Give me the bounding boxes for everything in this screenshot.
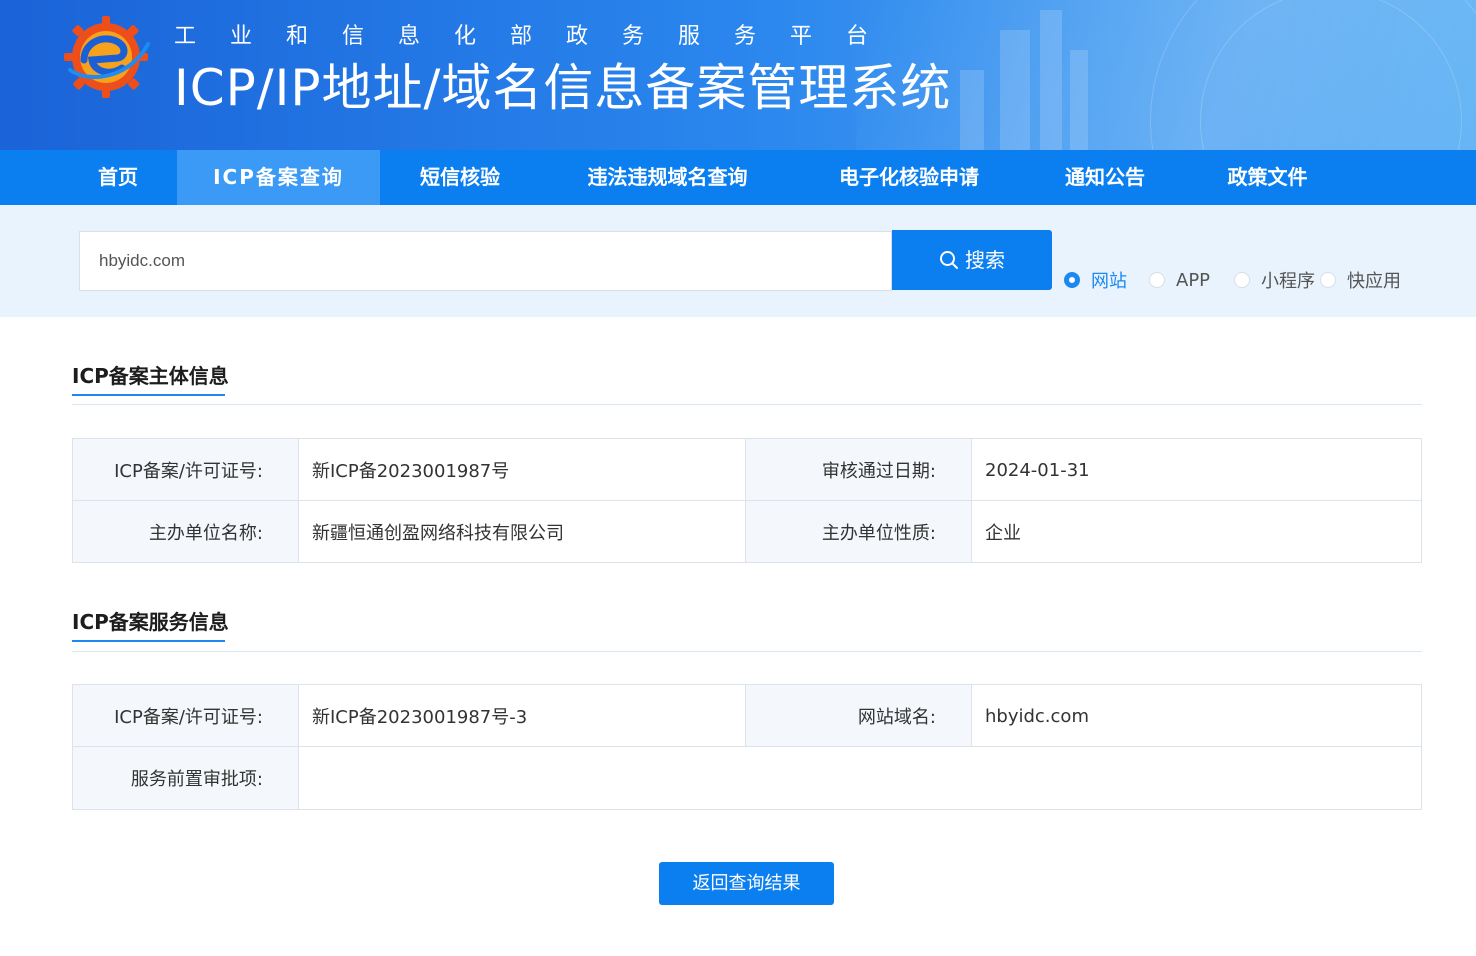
table-divider xyxy=(298,685,299,809)
org-name-label: 主办单位名称: xyxy=(73,501,299,562)
org-name-value: 新疆恒通创盈网络科技有限公司 xyxy=(312,522,564,544)
header-title: ICP/IP地址/域名信息备案管理系统 xyxy=(174,59,952,117)
header-decoration-building xyxy=(1040,10,1062,150)
nav-item-icp-query[interactable]: ICP备案查询 xyxy=(177,150,380,205)
domain-value: hbyidc.com xyxy=(985,705,1089,727)
org-type-label: 主办单位性质: xyxy=(746,501,972,562)
type-radio-label: APP xyxy=(1176,269,1211,291)
nav-item-home[interactable]: 首页 xyxy=(60,150,176,205)
org-type-value: 企业 xyxy=(985,522,1021,544)
section-title-service: ICP备案服务信息 xyxy=(72,606,229,642)
header-decoration-building xyxy=(1000,30,1030,150)
nav-item-e-verify-apply[interactable]: 电子化核验申请 xyxy=(800,150,1018,205)
section-title-underline xyxy=(72,640,225,642)
service-license-label: ICP备案/许可证号: xyxy=(73,685,299,747)
subject-info-table: ICP备案/许可证号: 新ICP备2023001987号 审核通过日期: 202… xyxy=(72,438,1422,563)
nav-item-illegal-domain-query[interactable]: 违法违规域名查询 xyxy=(545,150,790,205)
table-divider xyxy=(971,439,972,562)
nav-item-policy-docs[interactable]: 政策文件 xyxy=(1190,150,1345,205)
license-value: 新ICP备2023001987号 xyxy=(312,461,510,482)
section-title-subject: ICP备案主体信息 xyxy=(72,360,229,396)
type-radio-website[interactable]: 网站 xyxy=(1064,265,1127,295)
table-divider xyxy=(73,500,1421,501)
radio-unchecked-icon xyxy=(1149,272,1165,288)
header-decoration-building xyxy=(960,70,984,150)
search-input[interactable]: hbyidc.com xyxy=(79,231,892,291)
section-title-underline xyxy=(72,394,225,396)
back-to-results-button[interactable]: 返回查询结果 xyxy=(659,862,834,905)
radio-unchecked-icon xyxy=(1234,272,1250,288)
header-subtitle: 工业和信息化部政务服务平台 xyxy=(174,24,903,49)
table-divider xyxy=(73,746,1421,747)
type-radio-label: 快应用 xyxy=(1347,271,1401,292)
type-radio-label: 网站 xyxy=(1091,271,1127,292)
miit-logo-icon xyxy=(64,16,150,98)
pre-approval-value xyxy=(299,747,1421,809)
section-title-text: ICP备案服务信息 xyxy=(72,610,229,634)
type-radio-mini-program[interactable]: 小程序 xyxy=(1234,265,1315,295)
radio-unchecked-icon xyxy=(1320,272,1336,288)
approve-date-label: 审核通过日期: xyxy=(746,439,972,501)
pre-approval-label: 服务前置审批项: xyxy=(73,747,299,809)
type-radio-label: 小程序 xyxy=(1261,271,1315,292)
service-info-table: ICP备案/许可证号: 新ICP备2023001987号-3 网站域名: hby… xyxy=(72,684,1422,810)
site-header: 工业和信息化部政务服务平台 ICP/IP地址/域名信息备案管理系统 xyxy=(0,0,1476,150)
nav-item-notices[interactable]: 通知公告 xyxy=(1030,150,1180,205)
license-label: ICP备案/许可证号: xyxy=(73,439,299,501)
search-button[interactable]: 搜索 xyxy=(892,230,1052,290)
main-nav: 首页 ICP备案查询 短信核验 违法违规域名查询 电子化核验申请 通知公告 政策… xyxy=(0,150,1476,205)
table-divider xyxy=(298,439,299,562)
approve-date-value: 2024-01-31 xyxy=(985,459,1090,481)
domain-label: 网站域名: xyxy=(746,685,972,747)
section-divider xyxy=(72,651,1422,652)
table-divider xyxy=(745,685,746,747)
service-license-value: 新ICP备2023001987号-3 xyxy=(312,707,528,728)
type-radio-quick-app[interactable]: 快应用 xyxy=(1320,265,1401,295)
section-title-text: ICP备案主体信息 xyxy=(72,364,229,388)
search-icon xyxy=(940,251,958,269)
table-divider xyxy=(971,685,972,747)
search-button-label: 搜索 xyxy=(965,248,1005,272)
table-divider xyxy=(745,439,746,562)
nav-item-sms-verify[interactable]: 短信核验 xyxy=(380,150,540,205)
header-decoration-building xyxy=(1070,50,1088,150)
section-divider xyxy=(72,404,1422,405)
radio-checked-icon xyxy=(1064,272,1080,288)
type-radio-app[interactable]: APP xyxy=(1149,265,1210,295)
